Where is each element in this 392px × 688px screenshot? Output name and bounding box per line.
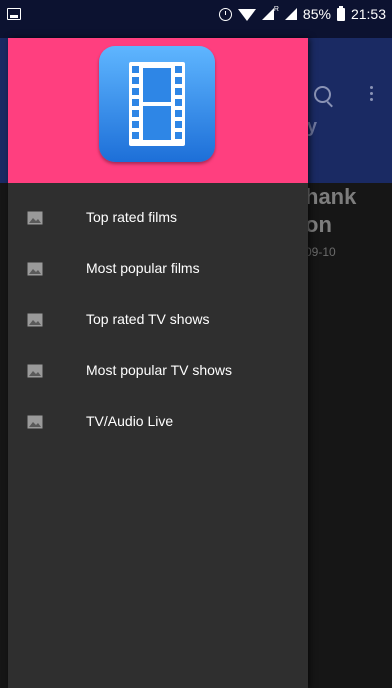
image-icon <box>27 262 43 276</box>
background-tab-label: y <box>307 116 318 136</box>
navigation-drawer: Top rated films Most popular films Top r… <box>8 38 308 688</box>
menu-item-most-popular-films[interactable]: Most popular films <box>8 244 308 295</box>
menu-item-label: Most popular films <box>86 260 200 276</box>
alarm-icon <box>218 7 232 21</box>
menu-item-label: Most popular TV shows <box>86 362 233 378</box>
roaming-badge: R <box>273 5 279 13</box>
menu-item-most-popular-tv-shows[interactable]: Most popular TV shows <box>8 346 308 397</box>
background-movie-date: 09-10 <box>305 245 336 259</box>
image-icon <box>27 415 43 429</box>
screen: R 85% 21:53 y hank on 09-10 Top rated fi… <box>0 0 392 688</box>
image-icon <box>27 364 43 378</box>
drawer-header <box>8 38 308 183</box>
signal-icon-secondary <box>284 8 297 20</box>
menu-item-top-rated-tv-shows[interactable]: Top rated TV shows <box>8 295 308 346</box>
drawer-menu: Top rated films Most popular films Top r… <box>8 193 308 448</box>
status-right: R 85% 21:53 <box>218 5 386 23</box>
battery-icon <box>336 5 345 21</box>
more-options-icon[interactable] <box>370 86 373 89</box>
menu-item-tv-audio-live[interactable]: TV/Audio Live <box>8 397 308 448</box>
background-movie-title: hank on <box>305 184 357 237</box>
menu-item-label: Top rated films <box>86 209 178 225</box>
search-icon[interactable] <box>314 86 331 103</box>
image-icon <box>27 211 43 225</box>
signal-icon <box>261 8 274 20</box>
menu-item-top-rated-films[interactable]: Top rated films <box>8 193 308 244</box>
gallery-notification-icon <box>7 8 21 20</box>
wifi-icon <box>237 9 256 21</box>
status-bar: R 85% 21:53 <box>0 0 392 38</box>
menu-item-label: TV/Audio Live <box>86 413 174 429</box>
image-icon <box>27 313 43 327</box>
film-strip-icon <box>99 46 215 162</box>
clock: 21:53 <box>350 6 386 22</box>
menu-item-label: Top rated TV shows <box>86 311 210 327</box>
battery-percent: 85% <box>302 6 331 22</box>
